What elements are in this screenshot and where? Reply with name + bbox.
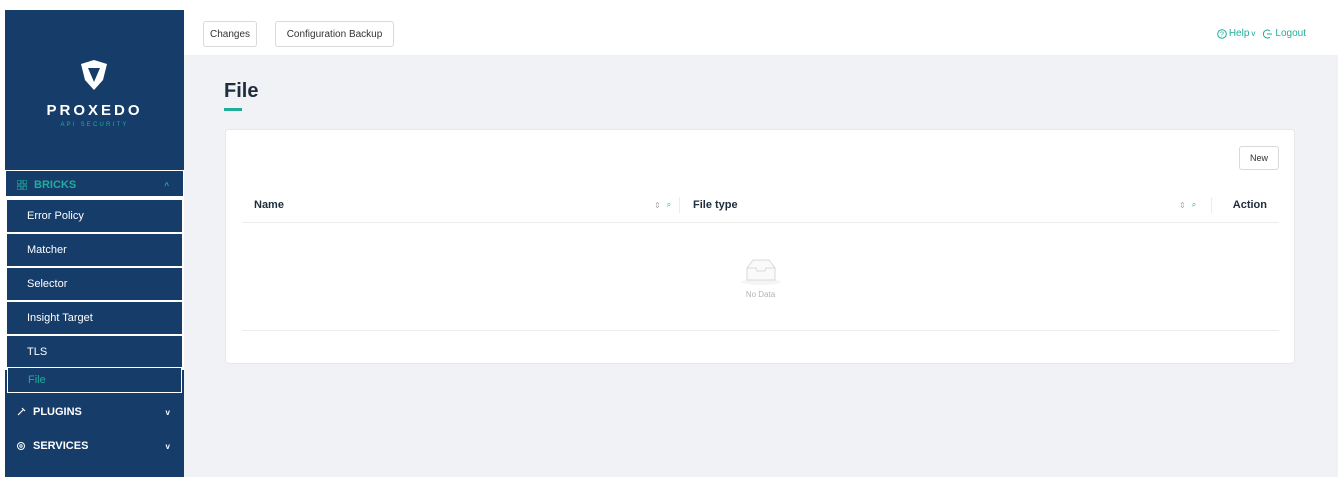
brand-name: PROXEDO — [46, 102, 143, 119]
help-icon: ? — [1217, 28, 1227, 39]
sidebar-group-plugins[interactable]: PLUGINS v — [5, 397, 184, 427]
column-header-action: Action — [1232, 199, 1267, 211]
plug-icon — [15, 406, 27, 418]
logout-label: Logout — [1275, 28, 1306, 39]
sidebar-group-label: BRICKS — [34, 179, 77, 191]
table-header: Name ⇕ ⌕ File type ⇕ ⌕ Action — [242, 188, 1279, 223]
logout-icon — [1263, 29, 1273, 38]
sidebar-item-label: TLS — [27, 346, 48, 358]
page-title: File — [224, 80, 259, 102]
sidebar-item-matcher[interactable]: Matcher — [7, 234, 182, 266]
sidebar-item-selector[interactable]: Selector — [7, 268, 182, 300]
sidebar-item-label: Insight Target — [27, 312, 93, 324]
chevron-up-icon: ^ — [164, 180, 169, 190]
changes-button[interactable]: Changes — [203, 21, 257, 47]
name-column-tools: ⇕ ⌕ — [654, 188, 671, 222]
new-button[interactable]: New — [1239, 146, 1279, 170]
file-type-column-tools: ⇕ ⌕ — [1179, 188, 1196, 222]
search-icon[interactable]: ⌕ — [1192, 200, 1196, 210]
chevron-down-icon: v — [165, 441, 170, 451]
column-header-file-type: File type — [693, 199, 738, 211]
sidebar-item-label: Error Policy — [27, 210, 84, 222]
sidebar-item-label: File — [28, 374, 46, 386]
bricks-submenu: Error Policy Matcher Selector Insight Ta… — [5, 196, 184, 370]
sidebar-group-label: PLUGINS — [33, 406, 82, 418]
help-menu[interactable]: ? Help v — [1217, 28, 1256, 39]
sort-icon[interactable]: ⇕ — [654, 201, 661, 210]
sidebar-item-label: Selector — [27, 278, 68, 290]
search-icon[interactable]: ⌕ — [667, 200, 671, 210]
column-header-name: Name — [254, 199, 284, 211]
table-empty-state: No Data — [242, 222, 1279, 331]
column-divider — [679, 197, 680, 213]
grid-icon — [16, 179, 28, 191]
svg-text:?: ? — [1220, 31, 1224, 38]
sidebar-item-label: Matcher — [27, 244, 67, 256]
file-table-card: New Name ⇕ ⌕ File type ⇕ ⌕ Action No Dat… — [225, 129, 1295, 364]
logout-link[interactable]: Logout — [1263, 28, 1306, 39]
sidebar-item-tls[interactable]: TLS — [7, 336, 182, 368]
top-right-actions: ? Help v Logout — [1217, 28, 1306, 39]
chevron-down-icon: v — [1251, 29, 1256, 38]
brand-tagline: API SECURITY — [60, 122, 129, 128]
sidebar-item-insight-target[interactable]: Insight Target — [7, 302, 182, 334]
help-label: Help — [1228, 28, 1250, 39]
main-content: File New Name ⇕ ⌕ File type ⇕ ⌕ Action N… — [184, 55, 1338, 477]
title-underline — [224, 108, 242, 111]
sidebar-group-label: SERVICES — [33, 440, 89, 452]
topbar: Changes Configuration Backup ? Help v Lo… — [184, 0, 1338, 55]
sort-icon[interactable]: ⇕ — [1179, 201, 1186, 210]
chevron-down-icon: v — [165, 407, 170, 417]
sidebar-group-services[interactable]: SERVICES v — [5, 431, 184, 461]
configuration-backup-button[interactable]: Configuration Backup — [275, 21, 394, 47]
gear-icon — [15, 440, 27, 452]
sidebar-item-error-policy[interactable]: Error Policy — [7, 200, 182, 232]
logo: PROXEDO API SECURITY — [5, 10, 184, 160]
sidebar: PROXEDO API SECURITY BRICKS ^ Error Poli… — [5, 10, 184, 477]
empty-text: No Data — [745, 290, 776, 299]
sidebar-item-file[interactable]: File — [7, 367, 182, 393]
column-divider — [1211, 197, 1212, 213]
empty-inbox-icon — [741, 259, 781, 285]
proxedo-logo-icon — [81, 60, 107, 90]
